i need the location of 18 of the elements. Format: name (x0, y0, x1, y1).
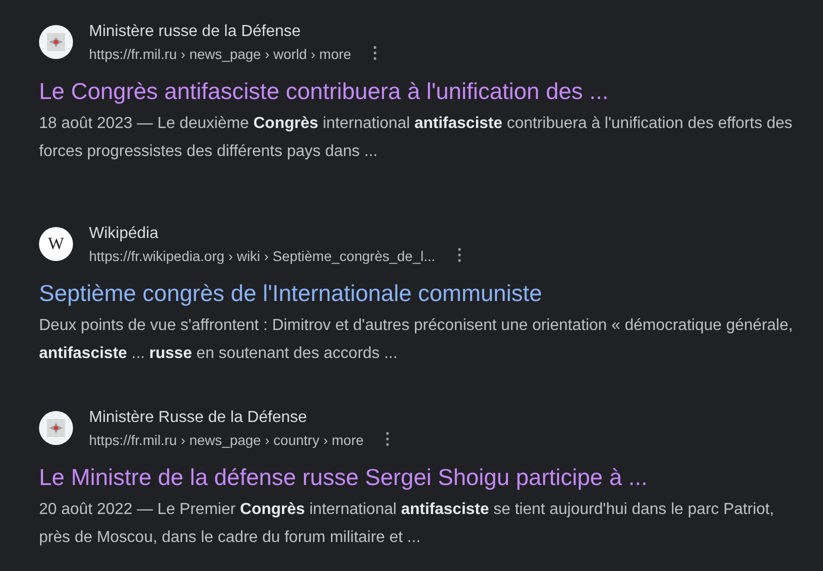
emblem-icon (39, 411, 73, 445)
result-title-link[interactable]: Le Ministre de la défense russe Sergei Shoigu participe à ... (39, 462, 648, 492)
site-name: Wikipédia (89, 224, 160, 244)
result-title-link[interactable]: Le Congrès antifasciste contribuera à l'unification des ... (39, 76, 608, 106)
emblem-icon (39, 25, 73, 59)
more-options-button[interactable]: ⋮ (376, 431, 400, 449)
wiki-logo-icon: W (39, 227, 73, 261)
result-title-link[interactable]: Septième congrès de l'Internationale communiste (39, 278, 542, 308)
result-snippet: 18 août 2023 — Le deuxième Congrès international antifasciste contribuera à l'unification des efforts des forces progressistes des différents pays dans ... (39, 114, 794, 162)
site-name: Ministère Russe de la Défense (89, 408, 308, 428)
site-name: Ministère russe de la Défense (89, 22, 302, 42)
more-options-button[interactable]: ⋮ (363, 45, 388, 63)
result-snippet: Deux points de vue s'affrontent : Dimitrov et d'autres préconisent une orientation « démocratique générale, antifasciste ... russe en soutenant des accords ... (39, 316, 794, 364)
breadcrumb-url[interactable]: https://fr.mil.ru › news_page › country › more (89, 431, 364, 449)
breadcrumb-url[interactable]: https://fr.mil.ru › news_page › world › more (89, 45, 352, 63)
result-snippet: 20 août 2022 — Le Premier Congrès international antifasciste se tient aujourd'hui dans le parc Patriot, près de Moscou, dans le cadre du forum militaire et ... (39, 500, 776, 548)
breadcrumb-url[interactable]: https://fr.wikipedia.org › wiki › Septième_congrès_de_l... (89, 247, 436, 265)
more-options-button[interactable]: ⋮ (447, 247, 472, 265)
